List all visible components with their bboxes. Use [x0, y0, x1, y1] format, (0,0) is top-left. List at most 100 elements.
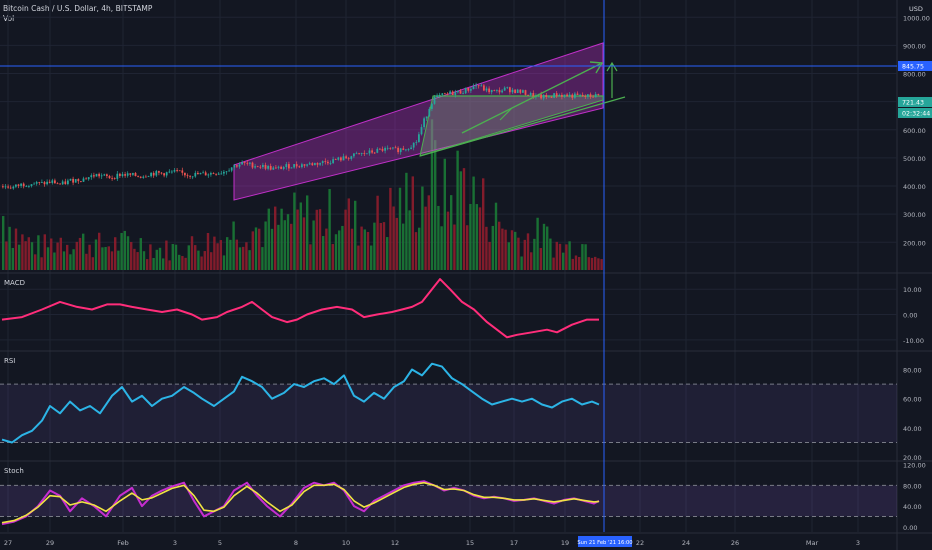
volume-bar: [539, 248, 542, 270]
candle-body: [207, 174, 210, 176]
volume-bar: [274, 206, 277, 270]
volume-bar: [555, 241, 558, 270]
candle-body: [87, 177, 90, 180]
time-tick-label: 10: [342, 539, 350, 547]
candle-body: [176, 170, 178, 171]
candle-body: [152, 172, 155, 176]
volume-bar: [482, 178, 485, 270]
candle-body: [462, 93, 464, 95]
candle-body: [555, 93, 558, 97]
volume-bar: [488, 241, 491, 270]
candle-body: [597, 93, 600, 95]
volume-bar: [184, 257, 187, 270]
candle-body: [337, 157, 340, 160]
volume-bar: [322, 236, 325, 270]
candle-body: [402, 148, 405, 150]
candle-body: [428, 108, 431, 117]
stoch-label: Stoch: [4, 467, 24, 475]
trading-chart[interactable]: MACD RSI Stoch 1000.00900.00800.00700.00…: [0, 0, 932, 550]
volume-bar: [386, 237, 389, 270]
candle-body: [20, 183, 22, 186]
candle-body: [334, 159, 337, 160]
candle-body: [184, 172, 186, 176]
candle-body: [139, 176, 142, 178]
candle-body: [412, 142, 415, 148]
candle-body: [56, 183, 59, 185]
candle-body: [464, 87, 467, 94]
volume-bar: [507, 242, 510, 270]
candle-body: [579, 94, 581, 96]
candle-body: [46, 181, 48, 185]
candle-body: [171, 171, 173, 173]
candle-body: [74, 179, 77, 183]
candle-body: [405, 149, 407, 151]
candle-body: [306, 164, 308, 166]
candle-body: [215, 173, 217, 175]
volume-bar: [414, 232, 418, 270]
volume-bar: [280, 208, 283, 270]
candle-body: [181, 170, 184, 173]
volume-bar: [277, 224, 280, 270]
volume-bar: [158, 247, 162, 270]
candle-body: [147, 176, 150, 178]
price-pane[interactable]: [2, 42, 626, 271]
volume-bar: [587, 257, 590, 270]
macd-pane[interactable]: MACD: [1, 278, 599, 339]
candle-body: [514, 89, 516, 93]
volume-bar: [571, 258, 574, 270]
candle-body: [241, 162, 243, 165]
time-tick-label: 22: [636, 539, 644, 547]
volume-bar: [126, 236, 130, 270]
volume-bar: [472, 176, 475, 270]
candle-body: [4, 186, 7, 188]
volume-bar: [235, 239, 238, 270]
candle-body: [225, 171, 228, 173]
candle-body: [392, 147, 394, 149]
candle-body: [548, 96, 550, 98]
candle-body: [444, 93, 446, 95]
candle-body: [355, 153, 358, 155]
macd-tick-label: 10.00: [903, 286, 922, 294]
stoch-tick-label: 80.00: [903, 482, 922, 490]
volume-bar: [30, 242, 34, 270]
stoch-pane[interactable]: Stoch: [0, 467, 897, 526]
candle-body: [30, 184, 33, 187]
time-tick-label: Feb: [117, 539, 129, 547]
rsi-tick-label: 60.00: [903, 396, 922, 404]
volume-bar: [315, 209, 318, 270]
volume-bar: [2, 216, 5, 270]
candle-body: [246, 162, 249, 164]
volume-bar: [565, 244, 568, 270]
candle-body: [113, 178, 116, 179]
candle-body: [54, 180, 56, 184]
candle-body: [558, 94, 561, 97]
candle-body: [223, 171, 225, 174]
volume-bar: [232, 221, 235, 270]
volume-bar: [78, 237, 82, 270]
ascending-channel: [233, 42, 604, 201]
candle-body: [324, 161, 327, 162]
price-tick-label: 200.00: [903, 239, 926, 247]
candle-body: [524, 90, 527, 95]
candle-body: [189, 175, 191, 177]
volume-bar: [469, 203, 472, 270]
candle-body: [295, 164, 298, 167]
candle-body: [451, 91, 454, 96]
time-tick-label: 17: [510, 539, 518, 547]
volume-bar: [418, 227, 421, 270]
candle-body: [129, 173, 132, 175]
candle-body: [511, 89, 514, 93]
volume-bar: [552, 257, 555, 270]
volume-bar: [245, 242, 248, 270]
volume-bar: [56, 242, 59, 270]
candle-body: [329, 163, 332, 164]
candle-body: [418, 134, 420, 143]
candle-body: [100, 175, 103, 177]
volume-bar: [318, 209, 322, 270]
volume-bar: [155, 249, 158, 270]
rsi-pane[interactable]: RSI: [0, 357, 897, 444]
volume-bar: [450, 195, 453, 270]
candle-body: [529, 93, 532, 95]
volume-bar: [546, 226, 549, 270]
volume-bar: [197, 250, 200, 270]
